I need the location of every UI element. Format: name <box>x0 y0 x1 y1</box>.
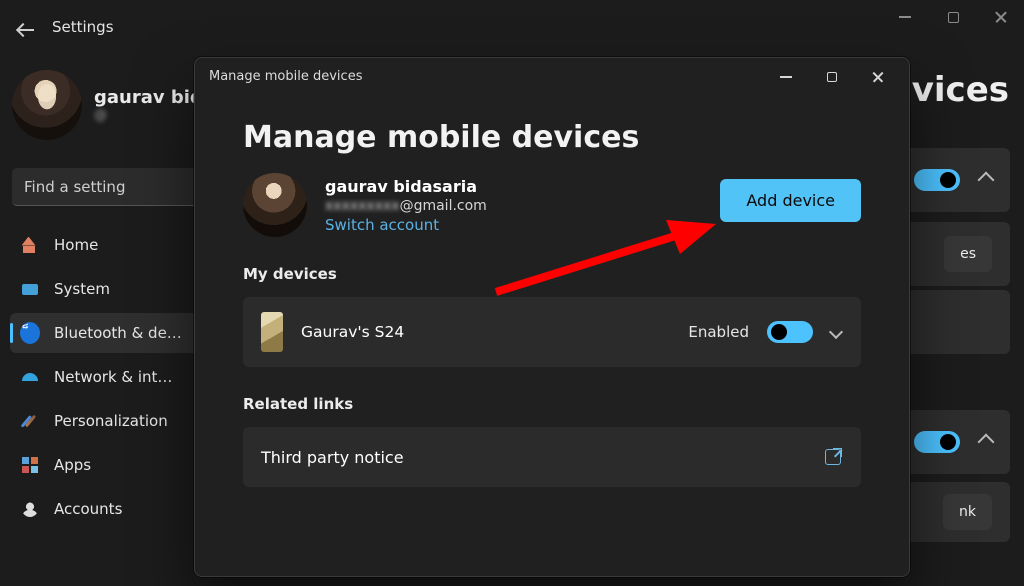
sidebar-item-label: Personalization <box>54 412 168 430</box>
home-icon <box>20 235 40 255</box>
avatar <box>12 70 82 140</box>
external-link-icon <box>825 449 841 465</box>
chevron-up-icon <box>978 172 995 189</box>
background-button[interactable]: nk <box>943 494 992 530</box>
toggle-switch[interactable] <box>914 169 960 191</box>
arrow-left-icon <box>18 20 38 40</box>
outer-window-controls <box>896 0 1024 26</box>
manage-mobile-devices-dialog: Manage mobile devices Manage mobile devi… <box>194 57 910 577</box>
sidebar-item-label: Apps <box>54 456 91 474</box>
sidebar-item-label: Network & int… <box>54 368 172 386</box>
my-devices-label: My devices <box>243 265 861 283</box>
dialog-maximize-button[interactable] <box>809 62 855 92</box>
sidebar-item-label: Home <box>54 236 98 254</box>
bluetooth-icon: ็ <box>20 323 40 343</box>
device-enabled-toggle[interactable] <box>767 321 813 343</box>
third-party-notice-row[interactable]: Third party notice <box>243 427 861 487</box>
device-status-label: Enabled <box>688 323 749 341</box>
brush-icon <box>20 411 40 431</box>
related-links-label: Related links <box>243 395 861 413</box>
system-icon <box>20 279 40 299</box>
current-user-block[interactable]: gaurav bid @ <box>12 70 203 140</box>
wifi-icon <box>20 367 40 387</box>
app-title: Settings <box>52 18 114 36</box>
user-email: @ <box>94 108 203 123</box>
device-name: Gaurav's S24 <box>301 323 404 341</box>
user-name: gaurav bid <box>94 87 203 108</box>
toggle-switch[interactable] <box>914 431 960 453</box>
background-button[interactable]: es <box>944 236 992 272</box>
chevron-down-icon[interactable] <box>829 325 843 339</box>
account-icon <box>20 499 40 519</box>
sidebar-item-label: Bluetooth & de… <box>54 324 182 342</box>
apps-icon <box>20 455 40 475</box>
dialog-window-title: Manage mobile devices <box>209 69 362 84</box>
switch-account-link[interactable]: Switch account <box>325 216 487 234</box>
dialog-minimize-button[interactable] <box>763 62 809 92</box>
back-button[interactable] <box>18 20 38 40</box>
sidebar-item-label: Accounts <box>54 500 122 518</box>
device-row[interactable]: Gaurav's S24 Enabled <box>243 297 861 367</box>
third-party-notice-label: Third party notice <box>261 448 404 467</box>
chevron-up-icon <box>978 434 995 451</box>
dialog-close-button[interactable] <box>855 62 901 92</box>
account-name: gaurav bidasaria <box>325 177 487 196</box>
search-placeholder: Find a setting <box>24 178 125 196</box>
account-row: gaurav bidasaria xxxxxxxxx@gmail.com Swi… <box>243 173 861 237</box>
outer-maximize-button[interactable] <box>944 8 962 26</box>
sidebar-item-label: System <box>54 280 110 298</box>
add-device-button[interactable]: Add device <box>720 179 861 222</box>
account-email: xxxxxxxxx@gmail.com <box>325 198 487 214</box>
outer-minimize-button[interactable] <box>896 8 914 26</box>
background-setting-row[interactable] <box>902 290 1010 354</box>
dialog-heading: Manage mobile devices <box>243 120 861 155</box>
dialog-window-controls <box>763 62 901 92</box>
phone-icon <box>261 312 283 352</box>
avatar <box>243 173 307 237</box>
outer-close-button[interactable] <box>992 8 1010 26</box>
